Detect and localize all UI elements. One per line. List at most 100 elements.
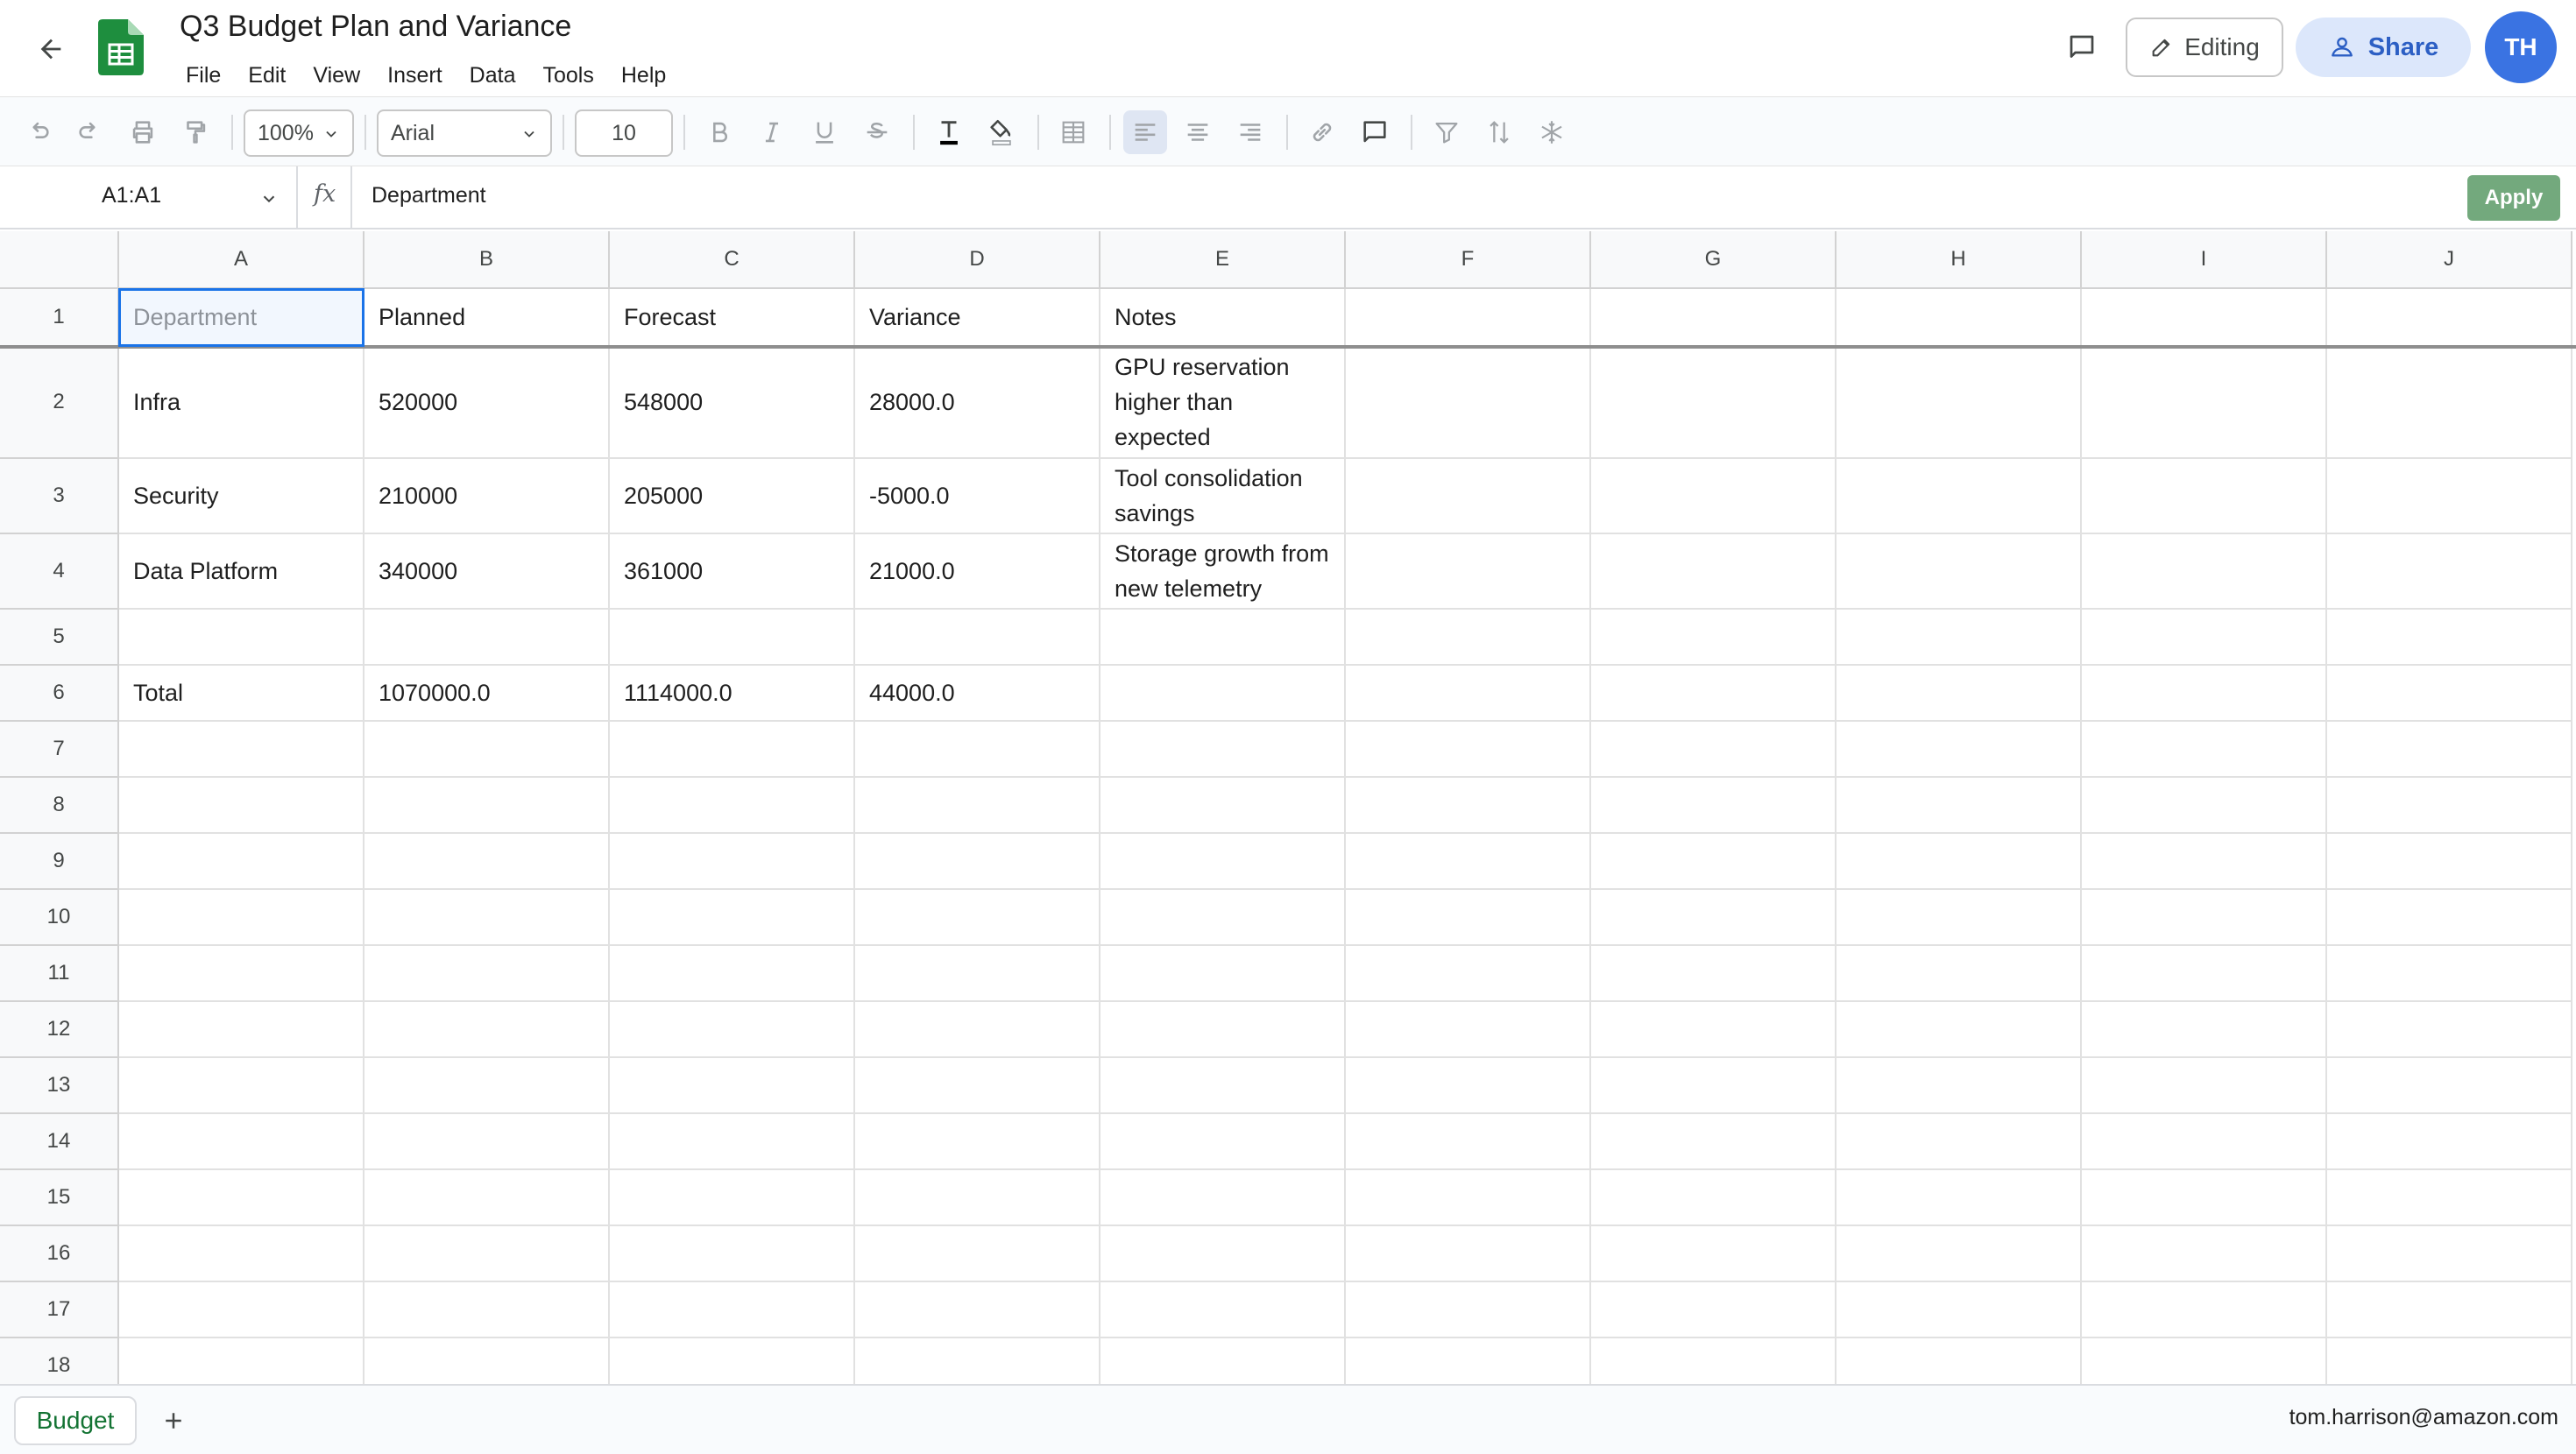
cell-e18[interactable] [1100,1338,1346,1384]
cell-h10[interactable] [1836,890,2082,946]
menu-data[interactable]: Data [455,58,528,93]
cell-c5[interactable] [610,610,855,666]
cell-f18[interactable] [1346,1338,1591,1384]
align-center-button[interactable] [1176,110,1220,154]
cell-b14[interactable] [364,1114,610,1170]
cell-i1[interactable] [2082,289,2327,347]
cell-a6[interactable]: Total [119,666,364,722]
cell-d5[interactable] [855,610,1100,666]
cell-e2[interactable]: GPU reservation higher than expected [1100,347,1346,459]
font-size-input[interactable]: 10 [575,109,673,157]
cell-f17[interactable] [1346,1282,1591,1338]
cell-g17[interactable] [1591,1282,1836,1338]
cell-d12[interactable] [855,1002,1100,1058]
cell-i4[interactable] [2082,534,2327,610]
underline-button[interactable] [803,110,846,154]
cell-e9[interactable] [1100,834,1346,890]
cell-i7[interactable] [2082,722,2327,778]
cell-f7[interactable] [1346,722,1591,778]
cell-i8[interactable] [2082,778,2327,834]
paint-format-button[interactable] [173,110,217,154]
cell-i16[interactable] [2082,1226,2327,1282]
cell-c13[interactable] [610,1058,855,1114]
menu-edit[interactable]: Edit [233,58,298,93]
cell-g15[interactable] [1591,1170,1836,1226]
strikethrough-button[interactable] [855,110,899,154]
cell-e7[interactable] [1100,722,1346,778]
cell-h14[interactable] [1836,1114,2082,1170]
cell-i18[interactable] [2082,1338,2327,1384]
column-header-g[interactable]: G [1591,231,1836,289]
row-header-5[interactable]: 5 [0,610,119,666]
cell-g12[interactable] [1591,1002,1836,1058]
cell-a1[interactable]: Department [119,289,364,347]
apply-button[interactable]: Apply [2467,175,2560,221]
cell-j7[interactable] [2327,722,2572,778]
menu-file[interactable]: File [171,58,233,93]
print-button[interactable] [121,110,165,154]
cell-e16[interactable] [1100,1226,1346,1282]
cell-a7[interactable] [119,722,364,778]
cell-h1[interactable] [1836,289,2082,347]
cell-j1[interactable] [2327,289,2572,347]
cell-f14[interactable] [1346,1114,1591,1170]
cell-c9[interactable] [610,834,855,890]
cell-a15[interactable] [119,1170,364,1226]
document-title[interactable]: Q3 Budget Plan and Variance [180,7,571,46]
cell-g10[interactable] [1591,890,1836,946]
cell-b10[interactable] [364,890,610,946]
cell-j4[interactable] [2327,534,2572,610]
cell-f6[interactable] [1346,666,1591,722]
menu-help[interactable]: Help [606,58,678,93]
cell-d6[interactable]: 44000.0 [855,666,1100,722]
cell-h16[interactable] [1836,1226,2082,1282]
cell-b15[interactable] [364,1170,610,1226]
cell-d8[interactable] [855,778,1100,834]
cell-i17[interactable] [2082,1282,2327,1338]
cell-c18[interactable] [610,1338,855,1384]
column-header-j[interactable]: J [2327,231,2572,289]
cell-j15[interactable] [2327,1170,2572,1226]
cell-j2[interactable] [2327,347,2572,459]
cell-h7[interactable] [1836,722,2082,778]
cell-f9[interactable] [1346,834,1591,890]
cell-g7[interactable] [1591,722,1836,778]
cell-g3[interactable] [1591,459,1836,534]
row-header-12[interactable]: 12 [0,1002,119,1058]
cell-h15[interactable] [1836,1170,2082,1226]
insert-comment-button[interactable] [1353,110,1397,154]
sort-button[interactable] [1477,110,1521,154]
cell-i12[interactable] [2082,1002,2327,1058]
cell-f15[interactable] [1346,1170,1591,1226]
cell-i10[interactable] [2082,890,2327,946]
column-header-b[interactable]: B [364,231,610,289]
cell-a13[interactable] [119,1058,364,1114]
column-header-e[interactable]: E [1100,231,1346,289]
cell-d14[interactable] [855,1114,1100,1170]
cell-h6[interactable] [1836,666,2082,722]
cell-j6[interactable] [2327,666,2572,722]
row-header-16[interactable]: 16 [0,1226,119,1282]
cell-c12[interactable] [610,1002,855,1058]
font-family-select[interactable]: Arial [377,109,552,157]
column-header-h[interactable]: H [1836,231,2082,289]
cell-b2[interactable]: 520000 [364,347,610,459]
cell-c14[interactable] [610,1114,855,1170]
cell-i14[interactable] [2082,1114,2327,1170]
cell-d17[interactable] [855,1282,1100,1338]
cell-h5[interactable] [1836,610,2082,666]
cell-i3[interactable] [2082,459,2327,534]
italic-button[interactable] [750,110,794,154]
cell-g16[interactable] [1591,1226,1836,1282]
cell-a11[interactable] [119,946,364,1002]
editing-mode-button[interactable]: Editing [2126,18,2283,77]
cell-a17[interactable] [119,1282,364,1338]
cell-d13[interactable] [855,1058,1100,1114]
cell-g18[interactable] [1591,1338,1836,1384]
cell-i6[interactable] [2082,666,2327,722]
cell-e17[interactable] [1100,1282,1346,1338]
cell-g11[interactable] [1591,946,1836,1002]
cell-b11[interactable] [364,946,610,1002]
cell-e12[interactable] [1100,1002,1346,1058]
cell-g4[interactable] [1591,534,1836,610]
